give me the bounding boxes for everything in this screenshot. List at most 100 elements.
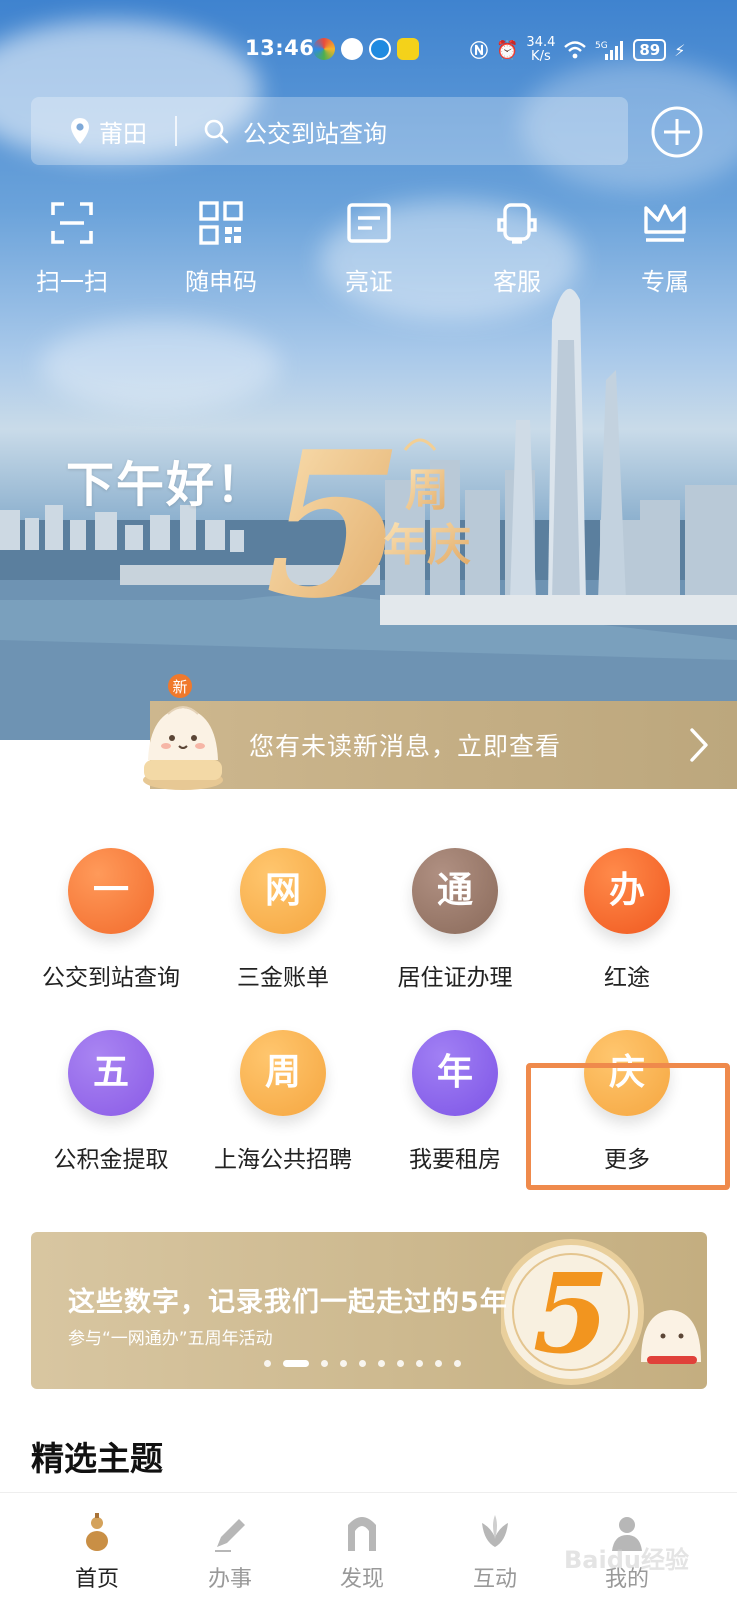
xiaobao-mascot: 新 [143,674,223,790]
tab-discover[interactable]: 发现 [312,1511,412,1593]
browser-icon [369,38,391,60]
customer-service-icon [497,203,537,244]
search-input[interactable]: 公交到站查询 [243,114,387,149]
tab-label: 办事 [207,1567,252,1592]
service-rent-house[interactable]: 年 我要租房 [370,1030,540,1174]
magnolia-icon [482,1515,508,1547]
network-speed-value: 34.4 [526,35,556,50]
carousel-dot[interactable] [321,1360,328,1367]
home-gourd-icon [86,1513,108,1551]
carousel-dot[interactable] [378,1360,385,1367]
clock-mascot-illustration: 5 [501,1239,701,1385]
city-selector[interactable]: 莆田 [99,114,147,149]
alarm-icon: ⏰ [496,39,519,61]
quick-action-label: 随申码 [185,268,257,296]
service-icon: 办 [584,848,670,934]
carousel-dot[interactable] [340,1360,347,1367]
5g-signal-icon: 5G [595,41,624,60]
promo-subtitle: 参与“一网通办”五周年活动 [68,1329,273,1349]
new-badge: 新 [172,678,187,696]
location-pin-icon[interactable] [69,117,91,145]
service-residence-permit[interactable]: 通 居住证办理 [370,848,540,992]
quick-action-scan[interactable]: 扫一扫 [17,200,127,297]
quick-action-label: 扫一扫 [36,268,108,296]
wechat-icon [341,38,363,60]
service-icon: 一 [68,848,154,934]
carousel-dot[interactable] [435,1360,442,1367]
chevron-right-icon [690,728,708,762]
service-label: 居住证办理 [397,965,513,991]
service-label: 我要租房 [409,1147,501,1173]
service-hongtu[interactable]: 办 红途 [542,848,712,992]
quick-action-customer-service[interactable]: 客服 [462,200,572,297]
quick-action-label: 亮证 [345,268,393,296]
service-public-recruitment[interactable]: 周 上海公共招聘 [198,1030,368,1174]
fifth-anniversary-logo: 5 周 年庆 [265,410,471,620]
carousel-dot[interactable] [397,1360,404,1367]
carousel-dot-active[interactable] [283,1360,309,1367]
unread-message-banner[interactable]: 您有未读新消息，立即查看 [150,701,737,789]
service-housing-fund[interactable]: 五 公积金提取 [26,1030,196,1174]
tab-label: 互动 [472,1567,517,1592]
carousel-indicator [264,1360,461,1367]
notification-icons [313,38,419,60]
service-icon: 周 [240,1030,326,1116]
service-label: 三金账单 [237,965,329,991]
highlight-box [526,1063,730,1190]
network-speed-unit: K/s [531,49,551,64]
service-bus-arrival[interactable]: 一 公交到站查询 [26,848,196,992]
promo-digit: 5 [533,1249,610,1378]
baidu-jingyan-watermark: Baidu经验 [564,1546,689,1574]
quick-action-exclusive[interactable]: 专属 [610,200,720,297]
quick-action-label: 客服 [493,268,541,296]
quick-action-qr-code[interactable]: 随申码 [166,200,276,297]
yy-icon [397,38,419,60]
service-icon: 通 [412,848,498,934]
carousel-dot[interactable] [264,1360,271,1367]
crown-icon [644,204,686,242]
anniversary-line2: 年庆 [383,520,471,571]
divider [175,116,177,146]
anniversary-digit: 5 [265,410,404,620]
status-bar: 13:46 Ⓝ ⏰ 34.4 K/s 5G 89 ⚡ [0,30,737,70]
service-label: 公交到站查询 [42,965,180,991]
service-icon: 年 [412,1030,498,1116]
section-title: 精选主题 [31,1439,163,1478]
nfc-icon: Ⓝ [470,41,488,62]
tab-home[interactable]: 首页 [47,1511,147,1593]
service-icon: 五 [68,1030,154,1116]
tab-interact[interactable]: 互动 [445,1511,545,1593]
service-label: 红途 [604,965,650,991]
tab-label: 发现 [339,1567,384,1592]
search-icon [204,119,229,144]
watermark-text: Baidu经验 [564,1546,689,1574]
app-icon [313,38,335,60]
pen-icon [215,1519,245,1552]
carousel-dot[interactable] [416,1360,423,1367]
plus-circle-icon[interactable] [650,105,704,159]
service-label: 公积金提取 [53,1147,169,1173]
promo-title: 这些数字，记录我们一起走过的5年 [68,1287,508,1318]
system-icons: Ⓝ ⏰ 34.4 K/s 5G 89 ⚡ [470,34,685,66]
service-social-bills[interactable]: 网 三金账单 [198,848,368,992]
tab-label: 首页 [74,1567,119,1592]
arch-icon [348,1517,376,1551]
quick-action-show-id[interactable]: 亮证 [314,200,424,297]
service-label: 上海公共招聘 [214,1147,352,1173]
service-icon: 网 [240,848,326,934]
network-speed: 34.4 K/s [526,36,555,64]
greeting-text: 下午好！ [66,457,267,513]
svg-text:5G: 5G [595,41,608,51]
charging-icon: ⚡ [674,40,686,60]
quick-action-label: 专属 [641,268,689,296]
scan-icon [51,202,93,244]
tab-services[interactable]: 办事 [180,1511,280,1593]
search-bar[interactable]: 莆田 公交到站查询 [31,97,628,165]
carousel-dot[interactable] [454,1360,461,1367]
battery-indicator: 89 [633,39,667,61]
carousel-dot[interactable] [359,1360,366,1367]
anniversary-promo-banner[interactable]: 5 这些数字，记录我们一起走过的5年 参与“一网通办”五周年活动 [31,1232,707,1389]
message-text: 您有未读新消息，立即查看 [249,732,562,761]
wifi-icon [564,41,587,59]
id-card-icon [347,203,391,243]
